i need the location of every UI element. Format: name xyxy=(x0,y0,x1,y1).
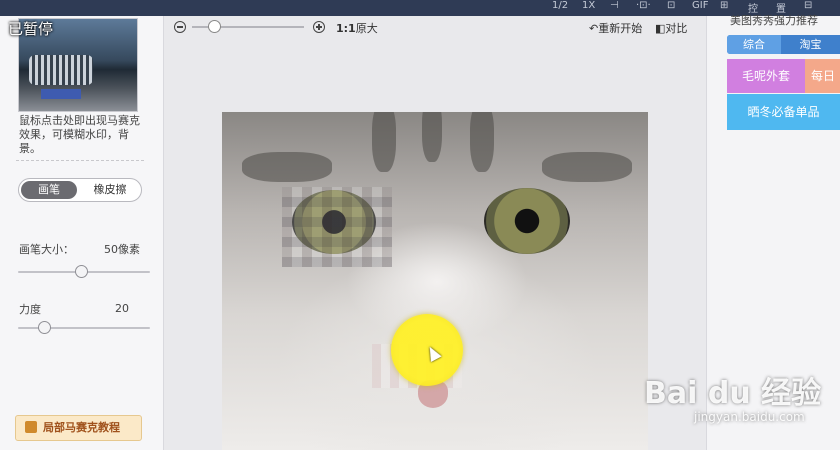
toolbar-icon-2[interactable]: ·⊡· xyxy=(636,0,651,11)
toolbar-icon-4[interactable]: GIF xyxy=(692,0,708,11)
car-grille xyxy=(29,55,93,85)
reset-label: 重新开始 xyxy=(598,22,643,35)
ad-tile-winter[interactable]: 晒冬必备单品 xyxy=(727,94,840,130)
actual-size-button[interactable]: 1:1原大 xyxy=(336,20,378,36)
watermark-brand: Bai du 经验 xyxy=(644,376,822,411)
speed-button[interactable]: 1X xyxy=(582,0,595,11)
ad-tile-daily[interactable]: 每日 xyxy=(805,59,840,93)
zoom-out-icon[interactable] xyxy=(174,21,186,33)
book-icon xyxy=(25,421,37,433)
brush-size-label: 画笔大小： xyxy=(19,243,74,256)
compare-button[interactable]: ◧对比 xyxy=(655,20,687,36)
ratio-label: 1:1 xyxy=(336,22,356,35)
undo-icon: ↶ xyxy=(589,22,599,35)
license-plate xyxy=(41,89,81,99)
tab-taobao[interactable]: 淘宝 xyxy=(781,35,840,54)
left-divider xyxy=(16,160,144,161)
reset-button[interactable]: ↶重新开始 xyxy=(589,20,642,36)
toolbar-icon-3[interactable]: ⊡ xyxy=(667,0,675,11)
fur-stripe xyxy=(422,112,442,162)
toolbar-icon-1[interactable]: ⊣ xyxy=(610,0,619,11)
ad-tile-coat[interactable]: 毛呢外套 xyxy=(727,59,805,93)
mosaic-tutorial-banner[interactable]: 局部马赛克教程 xyxy=(15,415,142,441)
strength-value: 20 xyxy=(115,302,129,315)
photo-canvas[interactable] xyxy=(222,112,648,450)
zoom-in-icon[interactable] xyxy=(313,21,325,33)
brush-size-value: 50像素 xyxy=(104,243,140,256)
watermark-url: jingyan.baidu.com xyxy=(694,410,805,424)
window-titlebar: 1/2 1X ⊣ ·⊡· ⊡ GIF ⊞ 控 置 ⊟ xyxy=(0,0,840,16)
strength-label: 力度 xyxy=(19,303,41,316)
paused-indicator: 已暂停 xyxy=(8,20,54,38)
tab-general[interactable]: 综合 xyxy=(727,35,781,54)
recommend-title: 美图秀秀强力推荐 xyxy=(730,14,818,27)
right-eye xyxy=(484,188,570,254)
compare-icon: ◧ xyxy=(655,22,666,35)
fur-stripe xyxy=(542,152,632,182)
toolbar-icon-5[interactable]: ⊞ xyxy=(720,0,728,11)
brush-tool-button[interactable]: 画笔 xyxy=(21,181,77,199)
baidu-watermark: Bai du 经验 jingyan.baidu.com xyxy=(644,360,840,440)
mosaic-area-eye xyxy=(282,187,392,267)
fur-stripe xyxy=(470,112,494,172)
mosaic-hint-text: 鼠标点击处即出现马赛克效果，可模糊水印，背景。 xyxy=(19,114,140,155)
tutorial-label: 局部马赛克教程 xyxy=(43,421,120,434)
tool-toggle: 画笔 橡皮擦 xyxy=(18,178,142,202)
actual-size-label: 原大 xyxy=(355,22,378,35)
eraser-tool-button[interactable]: 橡皮擦 xyxy=(81,181,139,199)
fur-stripe xyxy=(242,152,332,182)
page-indicator[interactable]: 1/2 xyxy=(552,0,568,11)
compare-label: 对比 xyxy=(665,22,688,35)
recommend-tabs: 综合 淘宝 xyxy=(727,35,840,54)
toolbar-icon-6[interactable]: ⊟ xyxy=(804,0,812,11)
fur-stripe xyxy=(372,112,396,172)
